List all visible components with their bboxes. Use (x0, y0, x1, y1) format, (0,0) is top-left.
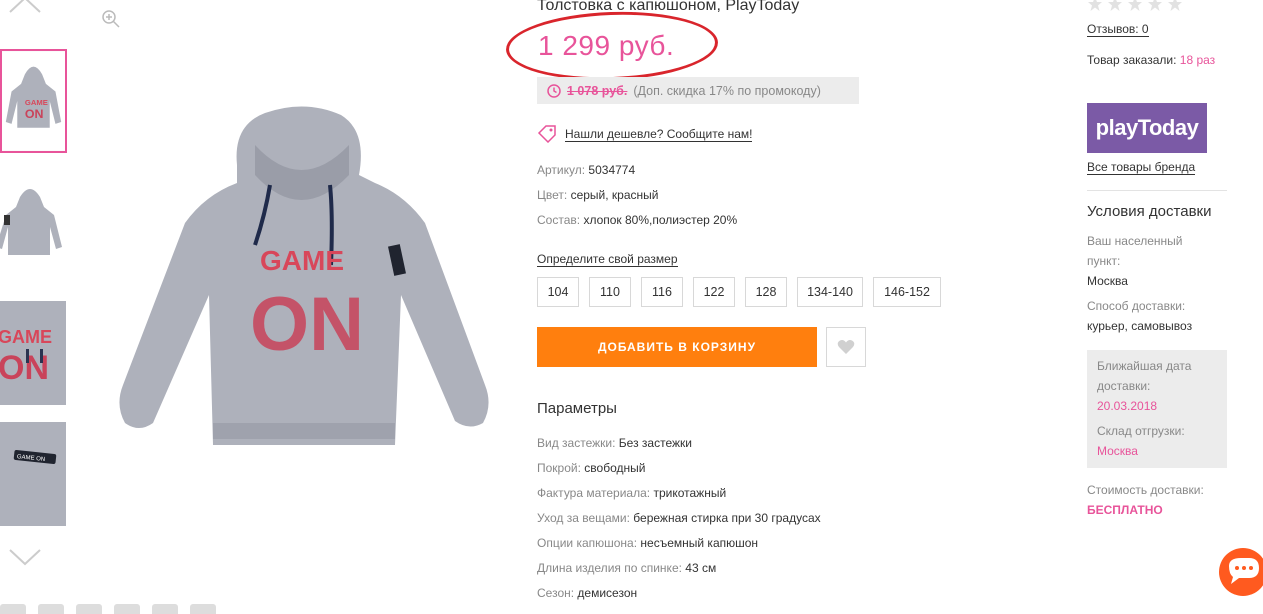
thumbnail-up-arrow-icon[interactable] (8, 0, 42, 14)
delivery-cost-value: БЕСПЛАТНО (1087, 503, 1163, 517)
divider (1087, 190, 1227, 191)
share-icon-2[interactable] (38, 604, 64, 614)
warehouse-value: Москва (1097, 444, 1138, 458)
size-selector: 104 110 116 122 128 134-140 146-152 (537, 277, 941, 307)
size-option[interactable]: 146-152 (873, 277, 941, 307)
size-option[interactable]: 110 (589, 277, 631, 307)
svg-text:ON: ON (25, 107, 44, 121)
thumbnail-down-arrow-icon[interactable] (8, 548, 42, 566)
found-cheaper[interactable]: Нашли дешевле? Сообщите нам! (537, 125, 753, 143)
promo-price-box: 1 078 руб. (Доп. скидка 17% по промокоду… (537, 77, 859, 104)
social-share-bar (0, 604, 216, 614)
star-icon (1108, 0, 1122, 11)
share-icon-6[interactable] (190, 604, 216, 614)
clock-icon (547, 83, 561, 98)
promo-note: (Доп. скидка 17% по промокоду) (633, 83, 821, 98)
size-guide-link[interactable]: Определите свой размер (537, 252, 678, 267)
share-icon-1[interactable] (0, 604, 26, 614)
delivery-cost-label: Стоимость доставки: (1087, 483, 1204, 497)
share-icon-5[interactable] (152, 604, 178, 614)
city-label: Ваш населенный пункт: (1087, 234, 1183, 268)
brand-products-link[interactable]: Все товары бренда (1087, 160, 1196, 175)
delivery-heading: Условия доставки (1087, 203, 1212, 220)
share-icon-3[interactable] (76, 604, 102, 614)
param-row: Длина изделия по спинке: 43 см (537, 561, 717, 575)
svg-text:GAME: GAME (0, 327, 52, 347)
add-to-cart-button[interactable]: ДОБАВИТЬ В КОРЗИНУ (537, 327, 817, 367)
price-tag-icon (537, 125, 556, 143)
delivery-method-label: Способ доставки: (1087, 299, 1186, 313)
param-row: Вид застежки: Без застежки (537, 436, 692, 450)
star-icon (1168, 0, 1182, 11)
attribute-color: Цвет: серый, красный (537, 188, 659, 202)
brand-logo[interactable]: playToday (1087, 103, 1207, 153)
svg-text:GAME: GAME (260, 245, 344, 276)
thumbnail-sleeve-detail[interactable]: GAME ON (0, 422, 66, 526)
param-row: Покрой: свободный (537, 461, 646, 475)
size-option[interactable]: 122 (693, 277, 735, 307)
chat-button[interactable] (1217, 546, 1263, 596)
product-main-image[interactable]: GAME ON (105, 105, 500, 450)
thumbnail-gallery: GAME ON GAME ON GAME ON (0, 0, 70, 614)
found-cheaper-link[interactable]: Нашли дешевле? Сообщите нам! (565, 127, 753, 142)
param-row: Сезон: демисезон (537, 586, 638, 600)
size-option[interactable]: 104 (537, 277, 579, 307)
ordered-count: Товар заказали: 18 раз (1087, 53, 1216, 67)
star-icon (1148, 0, 1162, 11)
city-value[interactable]: Москва (1087, 274, 1128, 288)
attribute-article: Артикул: 5034774 (537, 163, 636, 177)
delivery-method-value: курьер, самовывоз (1087, 319, 1193, 333)
product-price: 1 299 руб. (538, 30, 675, 61)
thumbnail-back[interactable] (0, 175, 66, 279)
size-option[interactable]: 116 (641, 277, 683, 307)
warehouse-label: Склад отгрузки: (1097, 424, 1185, 438)
attribute-composition: Состав: хлопок 80%,полиэстер 20% (537, 213, 738, 227)
thumbnail-front[interactable]: GAME ON (0, 49, 67, 153)
svg-text:ON: ON (250, 282, 364, 367)
delivery-info-box: Ближайшая дата доставки: 20.03.2018 Скла… (1087, 350, 1227, 468)
size-option[interactable]: 134-140 (797, 277, 863, 307)
chat-icon (1219, 548, 1263, 596)
thumbnail-print-detail[interactable]: GAME ON (0, 301, 66, 405)
star-icon (1088, 0, 1102, 11)
zoom-icon[interactable] (101, 9, 121, 29)
heart-icon (837, 340, 855, 354)
promo-price: 1 078 руб. (567, 83, 628, 98)
delivery-date-label: Ближайшая дата доставки: (1097, 359, 1192, 393)
svg-text:GAME: GAME (25, 98, 48, 107)
parameters-heading: Параметры (537, 400, 617, 417)
delivery-date-value: 20.03.2018 (1097, 399, 1158, 413)
product-title: Толстовка с капюшоном, PlayToday (537, 0, 800, 14)
star-icon (1128, 0, 1142, 11)
rating-stars[interactable] (1087, 0, 1183, 12)
size-option[interactable]: 128 (745, 277, 787, 307)
share-icon-4[interactable] (114, 604, 140, 614)
param-row: Фактура материала: трикотажный (537, 486, 727, 500)
param-row: Уход за вещами: бережная стирка при 30 г… (537, 511, 821, 525)
favorite-button[interactable] (826, 327, 866, 367)
reviews-link[interactable]: Отзывов: 0 (1087, 22, 1149, 37)
param-row: Опции капюшона: несъемный капюшон (537, 536, 759, 550)
